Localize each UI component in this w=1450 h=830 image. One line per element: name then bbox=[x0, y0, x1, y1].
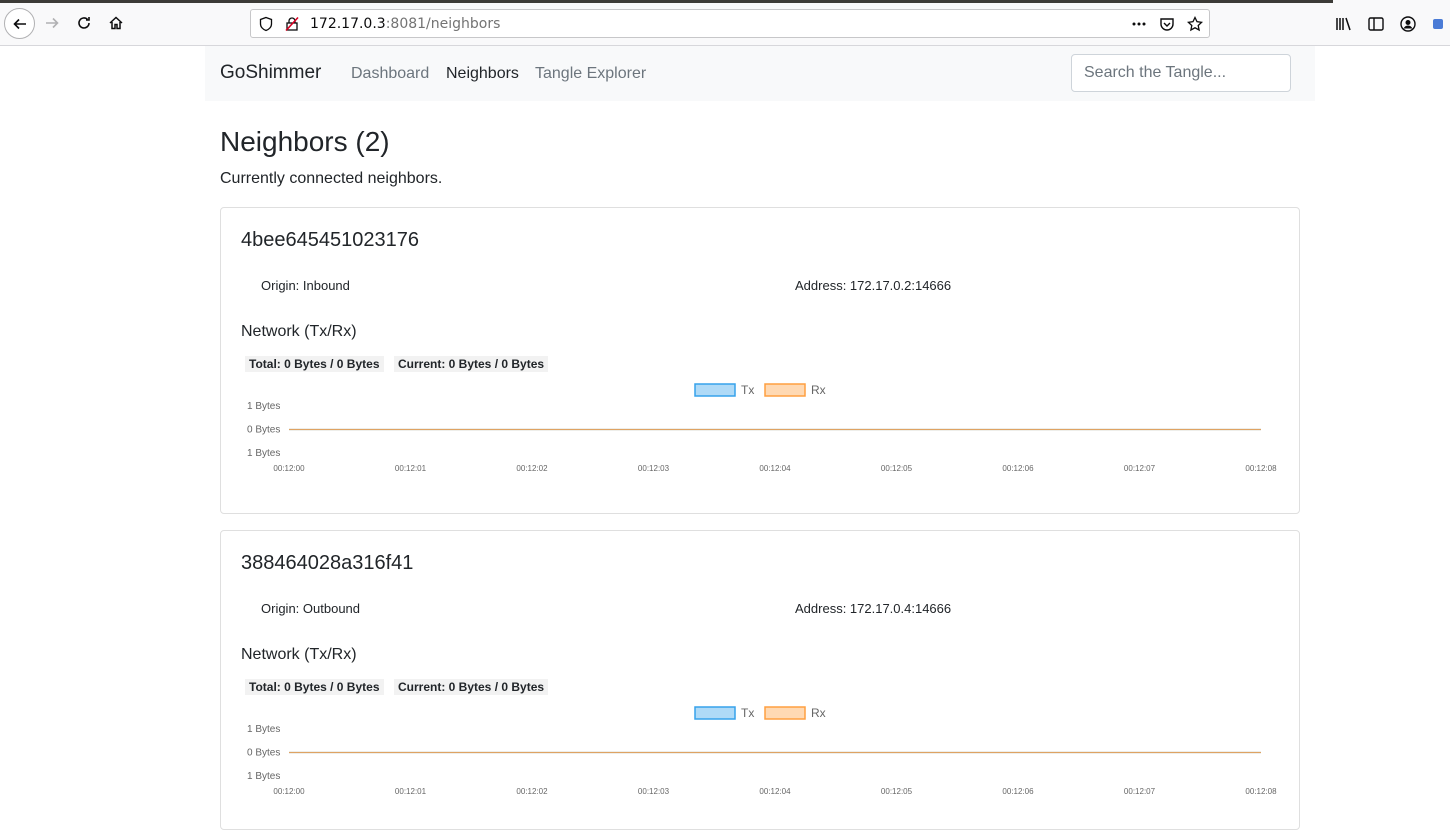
home-icon bbox=[109, 16, 123, 30]
x-tick-label: 00:12:05 bbox=[881, 787, 913, 796]
x-tick-label: 00:12:07 bbox=[1124, 464, 1156, 473]
forward-arrow-icon bbox=[46, 17, 59, 29]
neighbor-id: 388464028a316f41 bbox=[241, 552, 414, 574]
insecure-lock-icon[interactable] bbox=[284, 16, 300, 32]
window-top-strip bbox=[0, 0, 1333, 3]
x-tick-label: 00:12:07 bbox=[1124, 787, 1156, 796]
legend-swatch-tx bbox=[694, 383, 736, 397]
legend-swatch-rx bbox=[764, 706, 806, 720]
x-tick-label: 00:12:02 bbox=[516, 787, 548, 796]
x-tick-label: 00:12:00 bbox=[273, 787, 305, 796]
x-tick-label: 00:12:08 bbox=[1245, 464, 1277, 473]
x-tick-label: 00:12:06 bbox=[1002, 787, 1034, 796]
legend-swatch-rx bbox=[764, 383, 806, 397]
pocket-icon[interactable] bbox=[1159, 16, 1175, 32]
neighbor-card: 388464028a316f41 Origin: Outbound Addres… bbox=[220, 530, 1300, 830]
browser-toolbar: 172.17.0.3:8081/neighbors bbox=[0, 0, 1450, 46]
network-current-badge: Current: 0 Bytes / 0 Bytes bbox=[394, 679, 549, 695]
neighbor-address: Address: 172.17.0.2:14666 bbox=[795, 278, 952, 293]
legend-label-tx: Tx bbox=[741, 706, 754, 720]
reload-icon bbox=[78, 17, 90, 29]
library-icon[interactable] bbox=[1335, 15, 1353, 33]
y-tick-label: 1 Bytes bbox=[247, 401, 280, 412]
neighbor-origin: Origin: Outbound bbox=[261, 601, 361, 616]
home-button[interactable] bbox=[102, 9, 130, 37]
neighbor-card: 4bee645451023176 Origin: Inbound Address… bbox=[220, 207, 1300, 514]
page-subtitle: Currently connected neighbors. bbox=[220, 170, 443, 187]
sidebar-icon[interactable] bbox=[1367, 15, 1385, 33]
brand-logo[interactable]: GoShimmer bbox=[220, 62, 321, 84]
x-tick-label: 00:12:04 bbox=[759, 787, 791, 796]
url-path: :8081/neighbors bbox=[385, 16, 501, 32]
x-tick-label: 00:12:08 bbox=[1245, 787, 1277, 796]
x-tick-label: 00:12:01 bbox=[395, 464, 427, 473]
network-chart: Tx Rx 1 Bytes 0 Bytes 1 Bytes 00:12:00 00:12:0… bbox=[247, 706, 1277, 796]
x-tick-label: 00:12:01 bbox=[395, 787, 427, 796]
x-tick-label: 00:12:03 bbox=[638, 464, 670, 473]
page-actions-icon[interactable] bbox=[1131, 16, 1147, 32]
neighbor-origin: Origin: Inbound bbox=[261, 278, 350, 293]
back-button[interactable] bbox=[4, 8, 35, 39]
y-tick-label: 1 Bytes bbox=[247, 448, 280, 459]
x-tick-label: 00:12:05 bbox=[881, 464, 913, 473]
nav-link-neighbors[interactable]: Neighbors bbox=[446, 65, 519, 83]
network-total-badge: Total: 0 Bytes / 0 Bytes bbox=[245, 356, 384, 372]
app-navbar: GoShimmer Dashboard Neighbors Tangle Exp… bbox=[205, 46, 1315, 101]
x-tick-label: 00:12:02 bbox=[516, 464, 548, 473]
neighbor-address: Address: 172.17.0.4:14666 bbox=[795, 601, 952, 616]
legend-label-rx: Rx bbox=[811, 383, 826, 397]
neighbor-id: 4bee645451023176 bbox=[241, 229, 419, 251]
extension-icon[interactable] bbox=[1431, 15, 1445, 33]
nav-link-dashboard[interactable]: Dashboard bbox=[351, 65, 429, 83]
page-title: Neighbors (2) bbox=[220, 126, 390, 157]
y-tick-label: 0 Bytes bbox=[247, 425, 280, 436]
network-title: Network (Tx/Rx) bbox=[241, 323, 357, 340]
network-total-badge: Total: 0 Bytes / 0 Bytes bbox=[245, 679, 384, 695]
forward-button[interactable] bbox=[38, 9, 66, 37]
tracking-shield-icon[interactable] bbox=[258, 16, 274, 32]
y-tick-label: 0 Bytes bbox=[247, 748, 280, 759]
nav-link-tangle-explorer[interactable]: Tangle Explorer bbox=[535, 65, 646, 83]
network-current-badge: Current: 0 Bytes / 0 Bytes bbox=[394, 356, 549, 372]
legend-label-tx: Tx bbox=[741, 383, 754, 397]
x-tick-label: 00:12:06 bbox=[1002, 464, 1034, 473]
legend-swatch-tx bbox=[694, 706, 736, 720]
back-arrow-icon bbox=[12, 18, 26, 29]
search-input[interactable] bbox=[1071, 54, 1291, 92]
network-chart: Tx Rx 1 Bytes 0 Bytes 1 Bytes 00:12:00 00:12:0… bbox=[247, 383, 1277, 473]
y-tick-label: 1 Bytes bbox=[247, 771, 280, 782]
url-host: 172.17.0.3 bbox=[310, 16, 386, 32]
account-icon[interactable] bbox=[1399, 15, 1417, 33]
bookmark-star-icon[interactable] bbox=[1187, 16, 1203, 32]
reload-button[interactable] bbox=[70, 9, 98, 37]
x-tick-label: 00:12:03 bbox=[638, 787, 670, 796]
x-tick-label: 00:12:00 bbox=[273, 464, 305, 473]
url-text[interactable]: 172.17.0.3:8081/neighbors bbox=[310, 16, 500, 32]
legend-label-rx: Rx bbox=[811, 706, 826, 720]
address-bar[interactable]: 172.17.0.3:8081/neighbors bbox=[250, 9, 1210, 38]
x-tick-label: 00:12:04 bbox=[759, 464, 791, 473]
network-title: Network (Tx/Rx) bbox=[241, 646, 357, 663]
y-tick-label: 1 Bytes bbox=[247, 724, 280, 735]
